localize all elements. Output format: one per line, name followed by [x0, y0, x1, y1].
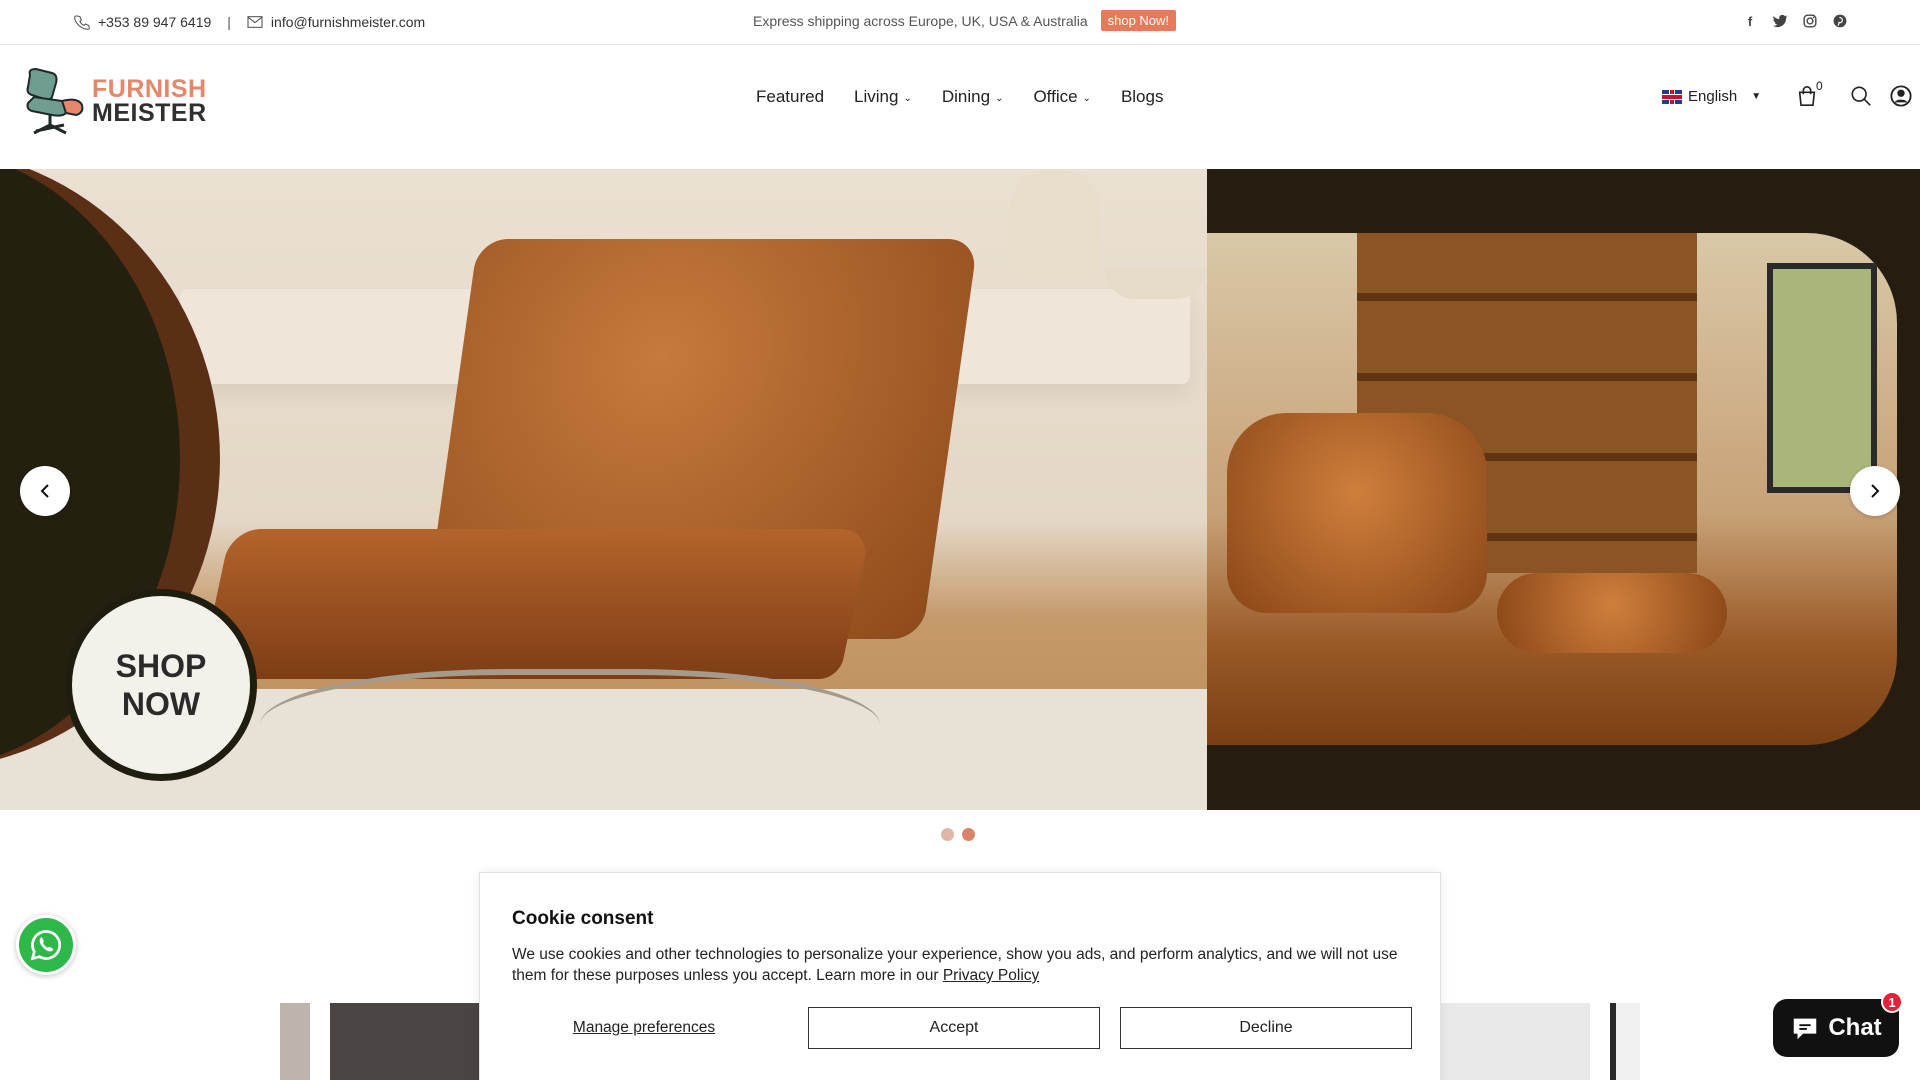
logo-wordmark: FURNISH MEISTER — [92, 75, 207, 127]
pinterest-icon[interactable] — [1832, 12, 1848, 30]
chevron-left-icon — [40, 484, 49, 498]
nav-item-living[interactable]: Living ⌄ — [854, 87, 912, 107]
nav-item-dining[interactable]: Dining ⌄ — [942, 87, 1004, 107]
shopping-bag-icon — [1798, 86, 1816, 106]
logo-line-meister: MEISTER — [92, 99, 207, 127]
cookie-title: Cookie consent — [512, 908, 654, 929]
instagram-icon[interactable] — [1802, 12, 1818, 30]
product-card-partial[interactable] — [1430, 1003, 1590, 1080]
caret-down-icon: ▼ — [1751, 91, 1762, 102]
chair-seat — [199, 529, 871, 679]
shelf-row — [1357, 293, 1697, 301]
promo-text: Express shipping across Europe, UK, USA … — [753, 12, 1088, 29]
phone-icon — [74, 15, 90, 30]
slider-dot-2[interactable] — [962, 828, 975, 841]
chat-button[interactable]: Chat — [1773, 999, 1899, 1057]
logo-line-furnish: FURNISH — [92, 75, 207, 103]
promo-banner: Express shipping across Europe, UK, USA … — [753, 10, 1177, 31]
window — [1767, 263, 1877, 493]
language-selector[interactable]: English ▼ — [1662, 88, 1761, 105]
lounge-chair — [1227, 413, 1487, 613]
vase-decor — [1010, 169, 1100, 279]
lounge-chair-logo-icon — [26, 67, 84, 135]
privacy-policy-link[interactable]: Privacy Policy — [943, 967, 1039, 984]
shop-now-line1: SHOP — [115, 648, 207, 684]
product-card-partial[interactable] — [280, 1003, 310, 1080]
shelf-row — [1357, 373, 1697, 381]
nav-label: Blogs — [1120, 87, 1164, 106]
cart-count: 0 — [1816, 79, 1823, 93]
shop-now-line2: NOW — [121, 686, 201, 722]
user-icon — [1890, 85, 1912, 107]
ottoman — [1497, 573, 1727, 653]
account-button[interactable] — [1890, 85, 1914, 109]
chevron-down-icon: ⌄ — [1082, 92, 1091, 104]
cookie-body: We use cookies and other technologies to… — [512, 944, 1412, 986]
room-scene — [1207, 233, 1897, 745]
product-card-partial[interactable] — [330, 1003, 480, 1080]
cookie-actions: Manage preferences Accept Decline — [512, 1007, 1412, 1049]
site-logo[interactable]: FURNISH MEISTER — [22, 67, 207, 135]
chevron-down-icon: ⌄ — [995, 92, 1004, 104]
bowl-decor — [1105, 269, 1205, 299]
product-card-partial[interactable] — [1610, 1003, 1640, 1080]
phone-number[interactable]: +353 89 947 6419 — [98, 14, 211, 30]
decline-button[interactable]: Decline — [1120, 1007, 1412, 1049]
shop-now-promo-button[interactable]: shop Now! — [1100, 10, 1177, 31]
email-address[interactable]: info@furnishmeister.com — [271, 14, 425, 30]
nav-label: Office — [1033, 87, 1078, 106]
shop-now-button[interactable]: SHOP NOW — [65, 589, 257, 781]
main-nav: Featured Living ⌄ Dining ⌄ Office ⌄ Blog… — [756, 87, 1163, 107]
facebook-icon[interactable]: f — [1742, 12, 1758, 30]
search-button[interactable] — [1850, 85, 1874, 109]
chat-label: Chat — [1828, 1014, 1882, 1041]
hero-slider: SHOP NOW — [0, 169, 1920, 810]
uk-flag-icon — [1662, 89, 1682, 104]
site-header: FURNISH MEISTER Featured Living ⌄ Dining… — [0, 45, 1920, 169]
twitter-icon[interactable] — [1772, 12, 1788, 30]
accept-button[interactable]: Accept — [808, 1007, 1100, 1049]
nav-label: Living — [854, 87, 899, 106]
nav-item-featured[interactable]: Featured — [756, 87, 824, 107]
language-label: English — [1688, 88, 1738, 105]
chair-frame — [260, 669, 880, 809]
contact-info: +353 89 947 6419 | info@furnishmeister.c… — [74, 0, 425, 44]
hero-image-lounge-room[interactable] — [1207, 169, 1920, 810]
chat-bubble-icon — [1794, 1018, 1817, 1040]
social-links: f — [1742, 12, 1848, 30]
cart-button[interactable]: 0 — [1796, 79, 1823, 111]
chat-notification-badge: 1 — [1881, 991, 1903, 1013]
contact-separator: | — [227, 14, 231, 30]
mail-icon — [247, 16, 263, 28]
hero-image-barcelona-chair[interactable]: SHOP NOW — [0, 169, 1207, 810]
nav-label: Featured — [756, 87, 825, 106]
slider-dots — [941, 828, 975, 841]
nav-item-office[interactable]: Office ⌄ — [1033, 87, 1090, 107]
top-bar: +353 89 947 6419 | info@furnishmeister.c… — [0, 0, 1920, 45]
chevron-right-icon — [1871, 484, 1880, 498]
nav-item-blogs[interactable]: Blogs — [1121, 87, 1164, 107]
slider-next-button[interactable] — [1850, 466, 1900, 516]
whatsapp-button[interactable] — [16, 915, 76, 975]
manage-preferences-link[interactable]: Manage preferences — [512, 1019, 776, 1037]
chevron-down-icon: ⌄ — [903, 92, 912, 104]
search-icon — [1851, 86, 1871, 106]
cookie-consent-dialog: Cookie consent We use cookies and other … — [479, 872, 1441, 1080]
slider-prev-button[interactable] — [20, 466, 70, 516]
nav-label: Dining — [941, 87, 991, 106]
slider-dot-1[interactable] — [941, 828, 954, 841]
whatsapp-icon — [30, 930, 62, 961]
